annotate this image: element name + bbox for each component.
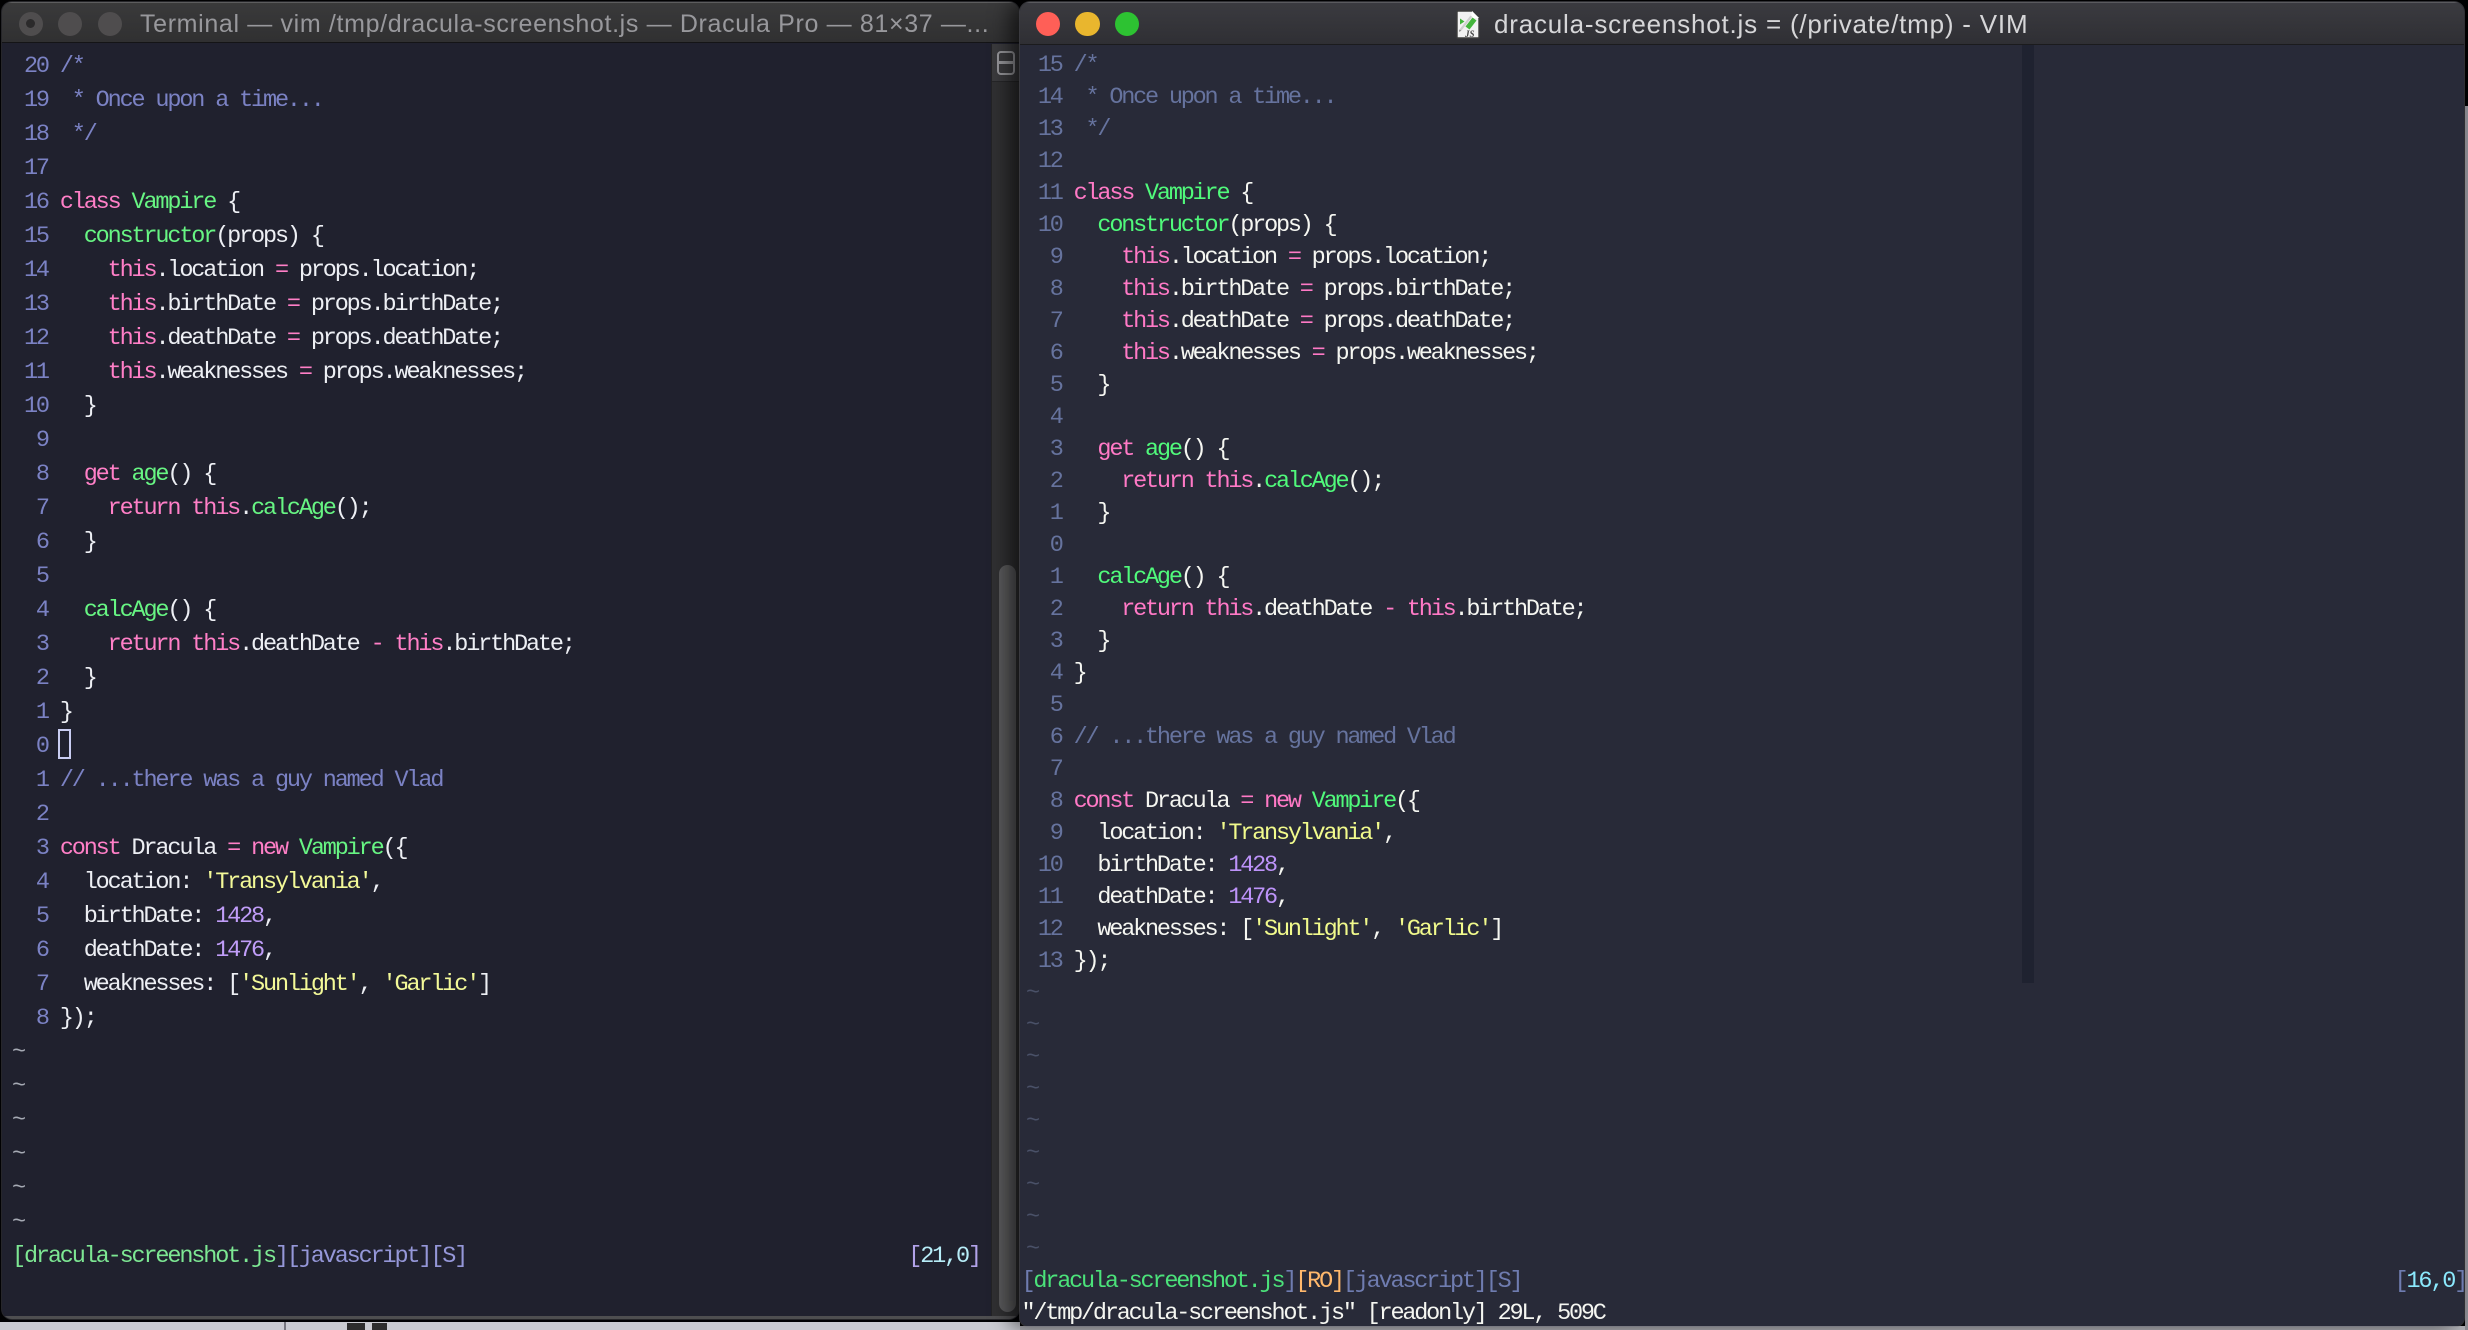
svg-text:JS: JS	[1464, 29, 1475, 39]
